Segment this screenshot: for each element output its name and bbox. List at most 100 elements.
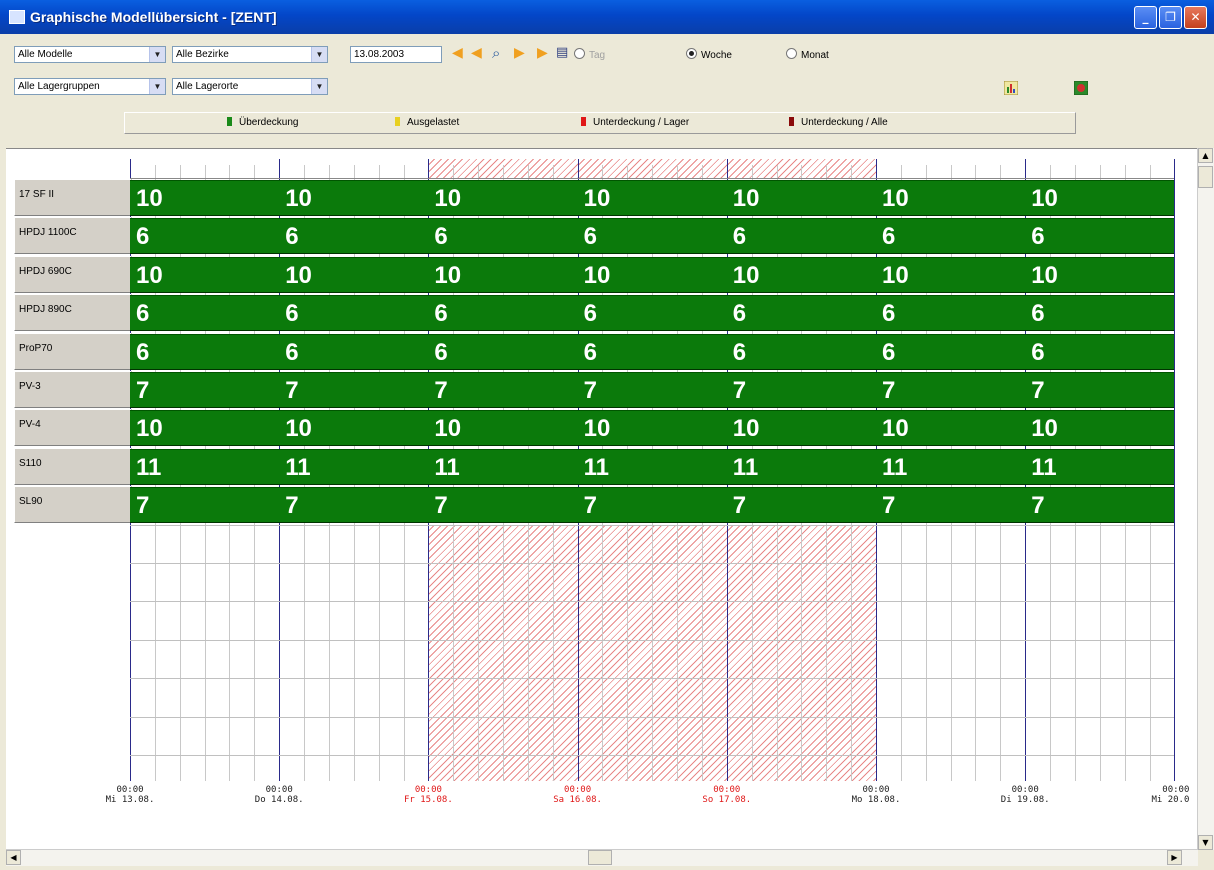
previous-arrow-icon[interactable]: ◀ xyxy=(471,45,482,61)
view-tag-label: Tag xyxy=(589,50,606,61)
model-bar[interactable]: 7 7 7 7 7 7 7 xyxy=(130,372,1175,408)
model-bar[interactable]: 11 11 11 11 11 11 11 xyxy=(130,448,1175,485)
cell-value: 7 xyxy=(732,377,747,404)
axis-tick-date: Di 19.08. xyxy=(1000,795,1050,805)
cell-value: 6 xyxy=(583,338,597,366)
row-label-model[interactable]: HPDJ 690C xyxy=(14,255,132,293)
cell-value: 11 xyxy=(882,453,908,481)
cell-value: 7 xyxy=(136,377,150,404)
cell-value: 10 xyxy=(1031,261,1058,289)
row-label-model[interactable]: HPDJ 890C xyxy=(14,294,132,332)
cell-value: 11 xyxy=(1031,453,1057,481)
scroll-left-icon[interactable]: ◀ xyxy=(6,850,21,865)
radio-icon xyxy=(574,48,585,59)
cell-value: 10 xyxy=(434,261,462,289)
chart-export-icon[interactable] xyxy=(1004,81,1018,95)
model-bar[interactable]: 10 10 10 10 10 10 10 xyxy=(130,180,1175,216)
axis-tick-date: Mo 18.08. xyxy=(851,795,901,805)
search-icon[interactable]: ⌕ xyxy=(492,45,500,61)
lagerorte-select[interactable]: Alle Lagerorte ▼ xyxy=(172,78,328,95)
view-tag-radio[interactable]: Tag xyxy=(574,48,605,61)
cell-value: 10 xyxy=(1031,415,1058,443)
row-label-model[interactable]: HPDJ 1100C xyxy=(14,217,132,255)
cell-value: 10 xyxy=(583,185,611,212)
cell-value: 10 xyxy=(882,415,909,443)
model-bar[interactable]: 6 6 6 6 6 6 6 xyxy=(130,333,1175,370)
next-arrow-icon[interactable]: ▶ xyxy=(514,45,525,61)
bezirke-select[interactable]: Alle Bezirke ▼ xyxy=(172,46,328,63)
scroll-right-icon[interactable]: ▶ xyxy=(1167,850,1182,865)
chevron-down-icon[interactable]: ▼ xyxy=(149,79,165,94)
cell-value: 10 xyxy=(136,415,163,443)
legend-item-ausgelastet: Ausgelastet xyxy=(395,117,459,128)
model-bar[interactable]: 10 10 10 10 10 10 10 xyxy=(130,410,1175,447)
row-label-model[interactable]: ProP70 xyxy=(14,332,132,370)
cell-value: 6 xyxy=(882,223,896,251)
scroll-thumb[interactable] xyxy=(588,850,612,865)
cell-value: 6 xyxy=(1031,223,1045,251)
cell-value: 6 xyxy=(136,300,150,328)
scroll-up-icon[interactable]: ▲ xyxy=(1198,148,1213,163)
scroll-down-icon[interactable]: ▼ xyxy=(1198,835,1213,850)
scroll-thumb[interactable] xyxy=(1198,166,1213,188)
cell-value: 7 xyxy=(1031,492,1045,520)
model-bar[interactable]: 7 7 7 7 7 7 7 xyxy=(130,487,1175,524)
chevron-down-icon[interactable]: ▼ xyxy=(311,47,327,62)
bezirke-select-value: Alle Bezirke xyxy=(176,49,229,60)
legend-label: Ausgelastet xyxy=(407,117,460,128)
axis-tick-time: 00:00 xyxy=(1162,785,1190,795)
cell-value: 6 xyxy=(285,223,299,251)
cell-value: 10 xyxy=(285,261,312,289)
window-title: Graphische Modellübersicht - [ZENT] xyxy=(30,9,277,25)
row-label-model[interactable]: S110 xyxy=(14,447,132,485)
calendar-icon[interactable]: ▤ xyxy=(556,45,568,61)
row-label-model[interactable]: PV-3 xyxy=(14,371,132,408)
cell-value: 7 xyxy=(434,492,448,520)
axis-tick-time: 00:00 xyxy=(564,785,592,795)
last-arrow-icon[interactable]: ▶ xyxy=(537,45,548,61)
close-button[interactable]: ✕ xyxy=(1184,6,1207,29)
row-label-model[interactable]: 17 SF II xyxy=(14,179,132,216)
row-label-model[interactable]: SL90 xyxy=(14,486,132,524)
maximize-button[interactable]: ❐ xyxy=(1159,6,1182,29)
model-bar[interactable]: 6 6 6 6 6 6 6 xyxy=(130,218,1175,255)
cell-value: 11 xyxy=(136,453,162,481)
cell-value: 11 xyxy=(285,453,311,481)
view-woche-radio[interactable]: Woche xyxy=(686,48,732,61)
legend-swatch xyxy=(789,117,794,126)
view-woche-label: Woche xyxy=(701,50,732,61)
row-label-model[interactable]: PV-4 xyxy=(14,409,132,447)
cell-value: 7 xyxy=(882,377,896,404)
model-bar[interactable]: 10 10 10 10 10 10 10 xyxy=(130,256,1175,293)
row-gridline xyxy=(130,678,1175,680)
modelle-select[interactable]: Alle Modelle ▼ xyxy=(14,46,166,63)
radio-icon xyxy=(686,48,697,59)
axis-tick-date: Sa 16.08. xyxy=(553,795,602,805)
cell-value: 6 xyxy=(732,223,747,251)
cell-value: 7 xyxy=(136,492,150,520)
axis-tick-label: 00:00 Mi 20.0 xyxy=(1099,785,1189,805)
model-bar[interactable]: 6 6 6 6 6 6 6 xyxy=(130,295,1175,332)
exit-icon[interactable] xyxy=(1074,81,1088,95)
row-gridline xyxy=(130,601,1175,603)
horizontal-scrollbar[interactable]: ◀ ▶ xyxy=(6,849,1198,866)
minimize-button[interactable]: _ xyxy=(1134,6,1157,29)
lagerorte-select-value: Alle Lagerorte xyxy=(176,81,239,92)
cell-value: 10 xyxy=(583,261,611,289)
lagergruppen-select[interactable]: Alle Lagergruppen ▼ xyxy=(14,78,166,95)
cell-value: 6 xyxy=(434,338,448,366)
legend-label: Unterdeckung / Lager xyxy=(593,117,690,128)
cell-value: 6 xyxy=(882,300,896,328)
cell-value: 7 xyxy=(285,492,299,520)
date-field[interactable]: 13.08.2003 xyxy=(350,46,442,63)
row-gridline xyxy=(130,563,1175,564)
chevron-down-icon[interactable]: ▼ xyxy=(149,47,165,62)
legend-item-unterdeckung-alle: Unterdeckung / Alle xyxy=(789,117,888,128)
view-monat-radio[interactable]: Monat xyxy=(786,48,829,61)
model-chart[interactable]: 17 SF II 10 10 10 10 10 10 10 HPDJ 1100C 6 6 6 6 6 6 6 H… xyxy=(6,148,1198,851)
chevron-down-icon[interactable]: ▼ xyxy=(311,79,327,94)
radio-icon xyxy=(786,48,797,59)
vertical-scrollbar[interactable]: ▲ ▼ xyxy=(1197,148,1214,850)
legend-label: Unterdeckung / Alle xyxy=(801,117,888,128)
first-arrow-icon[interactable]: ◀ xyxy=(452,45,463,61)
